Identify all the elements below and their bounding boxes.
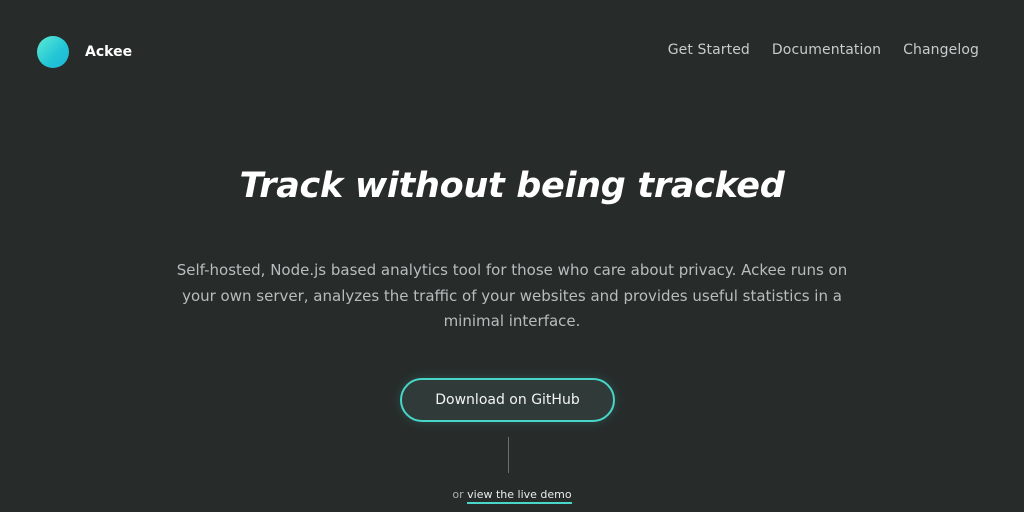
live-demo-row: or view the live demo <box>0 488 1024 504</box>
brand-home-link[interactable]: Ackee <box>37 36 132 68</box>
nav-link-changelog[interactable]: Changelog <box>903 42 979 58</box>
site-header: Ackee Get Started Documentation Changelo… <box>0 0 1024 104</box>
vertical-divider <box>508 437 509 473</box>
live-demo-link[interactable]: view the live demo <box>467 488 572 504</box>
ackee-logo-icon <box>37 36 69 68</box>
nav-link-get-started[interactable]: Get Started <box>668 42 750 58</box>
demo-prefix: or <box>452 488 464 501</box>
landing-page: Ackee Get Started Documentation Changelo… <box>0 0 1024 512</box>
nav-link-documentation[interactable]: Documentation <box>772 42 881 58</box>
main-nav: Get Started Documentation Changelog <box>668 42 979 58</box>
brand-name: Ackee <box>85 44 133 60</box>
hero-description: Self-hosted, Node.js based analytics too… <box>176 261 848 330</box>
download-github-button[interactable]: Download on GitHub <box>400 378 615 422</box>
hero-title: Track without being tracked <box>239 166 785 206</box>
